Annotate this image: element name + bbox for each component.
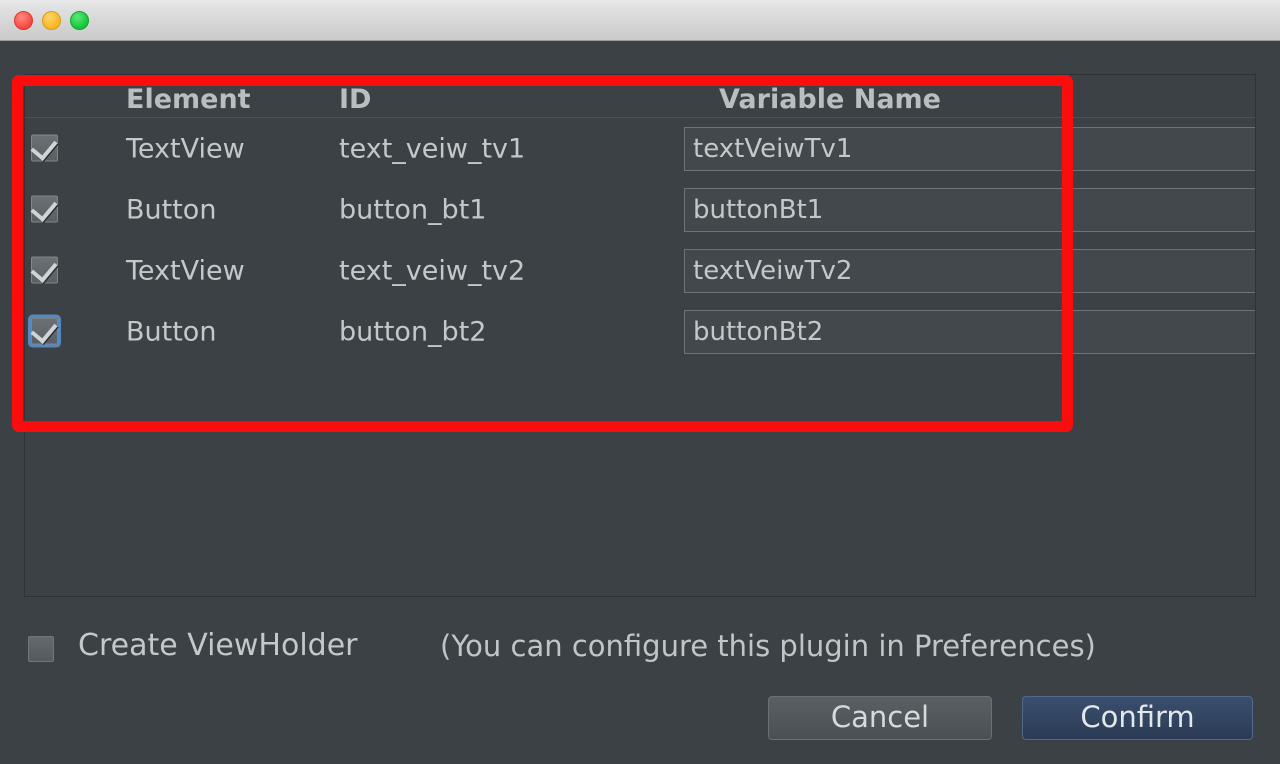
cell-element-id: text_veiw_tv1 xyxy=(339,133,526,164)
dialog-window: Element ID Variable Name TextView text_v… xyxy=(0,0,1280,764)
variable-name-input[interactable]: textVeiwTv2 xyxy=(684,248,1255,293)
variable-name-input[interactable]: textVeiwTv1 xyxy=(684,126,1255,171)
elements-table: Element ID Variable Name TextView text_v… xyxy=(24,74,1256,597)
table-row[interactable]: Button button_bt2 buttonBt2 xyxy=(25,301,1255,362)
window-titlebar xyxy=(0,0,1280,41)
column-header-element[interactable]: Element xyxy=(126,84,251,115)
checkmark-icon xyxy=(30,132,58,161)
checkmark-icon xyxy=(30,315,58,344)
checkmark-icon xyxy=(30,193,58,222)
table-row[interactable]: Button button_bt1 buttonBt1 xyxy=(25,179,1255,240)
dialog-button-bar: Cancel Confirm xyxy=(0,696,1280,748)
checkmark-icon xyxy=(30,254,58,283)
table-row[interactable]: TextView text_veiw_tv2 textVeiwTv2 xyxy=(25,240,1255,301)
confirm-button[interactable]: Confirm xyxy=(1022,696,1253,740)
cell-element-type: TextView xyxy=(126,133,245,164)
checkbox-icon[interactable] xyxy=(30,193,59,223)
row-checkbox-cell[interactable] xyxy=(30,254,60,285)
zoom-window-icon[interactable] xyxy=(70,11,89,30)
options-row: Create ViewHolder (You can configure thi… xyxy=(0,624,1280,676)
minimize-window-icon[interactable] xyxy=(42,11,61,30)
cell-element-type: Button xyxy=(126,194,217,225)
column-header-id[interactable]: ID xyxy=(339,84,371,115)
table-header-row: Element ID Variable Name xyxy=(25,75,1255,118)
checkbox-icon[interactable] xyxy=(30,254,59,284)
cell-element-type: TextView xyxy=(126,255,245,286)
variable-name-input[interactable]: buttonBt2 xyxy=(684,309,1255,354)
column-header-variable-name[interactable]: Variable Name xyxy=(719,84,941,115)
variable-name-input[interactable]: buttonBt1 xyxy=(684,187,1255,232)
checkbox-icon[interactable] xyxy=(30,132,59,162)
checkbox-icon[interactable] xyxy=(30,315,59,345)
table-row[interactable]: TextView text_veiw_tv1 textVeiwTv1 xyxy=(25,118,1255,179)
preferences-hint-text: (You can configure this plugin in Prefer… xyxy=(440,629,1096,663)
cell-element-id: button_bt2 xyxy=(339,316,487,347)
row-checkbox-cell[interactable] xyxy=(30,315,60,346)
cancel-button[interactable]: Cancel xyxy=(768,696,992,740)
create-viewholder-checkbox[interactable] xyxy=(28,636,54,662)
row-checkbox-cell[interactable] xyxy=(30,132,60,163)
create-viewholder-label: Create ViewHolder xyxy=(78,628,358,663)
window-controls xyxy=(14,11,89,30)
cell-element-id: text_veiw_tv2 xyxy=(339,255,526,286)
table-body: TextView text_veiw_tv1 textVeiwTv1 Butto… xyxy=(25,118,1255,362)
close-window-icon[interactable] xyxy=(14,11,33,30)
row-checkbox-cell[interactable] xyxy=(30,193,60,224)
dialog-content: Element ID Variable Name TextView text_v… xyxy=(0,41,1280,764)
cell-element-type: Button xyxy=(126,316,217,347)
cell-element-id: button_bt1 xyxy=(339,194,487,225)
